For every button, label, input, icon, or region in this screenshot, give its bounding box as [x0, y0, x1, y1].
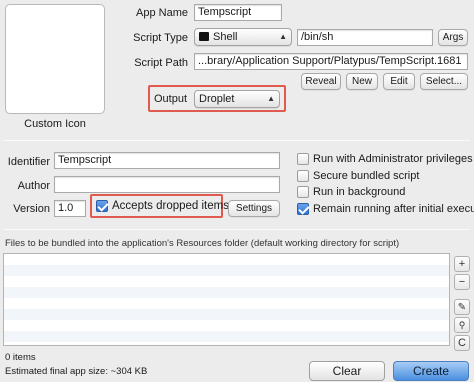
remain-running-label: Remain running after initial execution	[313, 203, 474, 215]
args-button[interactable]: Args	[438, 29, 468, 46]
accepts-dropped-checkbox[interactable]	[96, 200, 108, 212]
accepts-dropped-label: Accepts dropped items	[112, 200, 229, 212]
app-name-label: App Name	[136, 7, 188, 19]
minus-icon: −	[458, 276, 466, 288]
custom-icon-well[interactable]	[5, 4, 105, 114]
reveal-button[interactable]: Reveal	[301, 73, 341, 90]
output-popup[interactable]: Droplet ▲	[194, 90, 280, 108]
edit-file-button[interactable]: ✎	[454, 299, 470, 315]
settings-button[interactable]: Settings	[228, 200, 280, 217]
section-separator	[3, 229, 470, 230]
author-label: Author	[17, 180, 50, 192]
script-type-popup[interactable]: Shell ▲	[194, 28, 292, 46]
plus-icon: +	[458, 258, 466, 270]
edit-button[interactable]: Edit	[383, 73, 415, 90]
items-count: 0 items	[5, 352, 36, 363]
script-path-label: Script Path	[134, 57, 188, 69]
select-button[interactable]: Select...	[420, 73, 468, 90]
script-path-field[interactable]: ...brary/Application Support/Platypus/Te…	[194, 53, 468, 70]
script-type-label: Script Type	[133, 32, 188, 44]
clear-icon: C	[458, 337, 466, 349]
create-button[interactable]: Create	[393, 361, 469, 381]
output-label: Output	[154, 93, 188, 105]
new-button[interactable]: New	[346, 73, 378, 90]
run-in-background-checkbox[interactable]	[297, 186, 309, 198]
version-label: Version	[13, 203, 50, 215]
secure-script-label: Secure bundled script	[313, 170, 420, 182]
version-field[interactable]: 1.0	[54, 200, 86, 217]
interpreter-field[interactable]: /bin/sh	[297, 29, 433, 46]
identifier-field[interactable]: Tempscript	[54, 152, 280, 169]
popup-arrows-icon: ▲	[267, 94, 275, 103]
run-in-background-label: Run in background	[313, 186, 406, 198]
clear-button[interactable]: Clear	[309, 361, 385, 381]
app-name-field[interactable]: Tempscript	[194, 4, 282, 21]
bundled-files-list[interactable]	[3, 253, 450, 346]
pencil-icon: ✎	[457, 302, 467, 313]
script-type-value: Shell	[213, 31, 238, 43]
section-separator	[3, 140, 470, 141]
custom-icon-label: Custom Icon	[24, 118, 86, 130]
author-field[interactable]	[54, 176, 280, 193]
add-file-button[interactable]: +	[454, 256, 470, 272]
remain-running-checkbox[interactable]	[297, 203, 309, 215]
secure-script-checkbox[interactable]	[297, 170, 309, 182]
terminal-icon	[199, 32, 209, 41]
estimated-size: Estimated final app size: ~304 KB	[5, 366, 148, 377]
run-as-admin-label: Run with Administrator privileges	[313, 153, 473, 165]
output-value: Droplet	[199, 93, 235, 105]
magnifier-icon: ⚲	[458, 320, 466, 330]
clear-files-button[interactable]: C	[454, 335, 470, 351]
popup-arrows-icon: ▲	[279, 32, 287, 41]
remove-file-button[interactable]: −	[454, 274, 470, 290]
bundle-files-header: Files to be bundled into the application…	[5, 238, 400, 249]
run-as-admin-checkbox[interactable]	[297, 153, 309, 165]
identifier-label: Identifier	[7, 156, 50, 168]
reveal-file-button[interactable]: ⚲	[454, 317, 470, 333]
